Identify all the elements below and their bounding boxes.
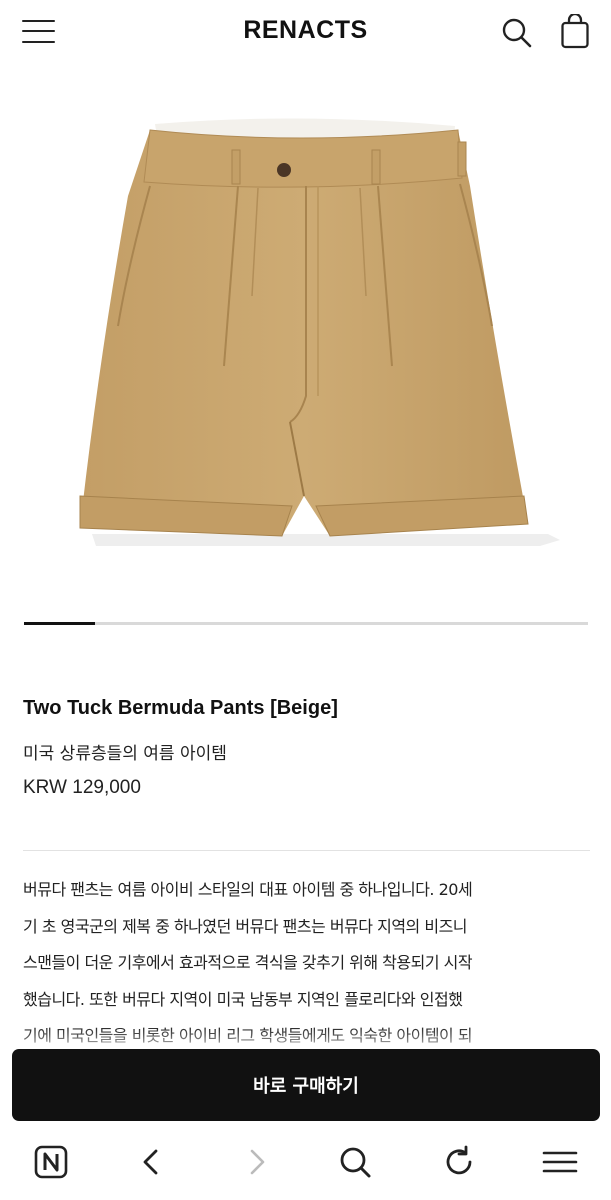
naver-n-icon[interactable] [27,1138,75,1186]
section-divider [23,850,590,851]
back-arrow-icon[interactable] [128,1138,176,1186]
description-line: 기 초 영국군의 제복 중 하나였던 버뮤다 팬츠는 버뮤다 지역의 비즈니 [23,916,468,936]
browser-toolbar [0,1125,611,1200]
shopping-bag-icon[interactable] [558,12,592,50]
forward-arrow-icon [232,1138,280,1186]
product-subtitle: 미국 상류층들의 여름 아이템 [23,744,227,764]
product-image[interactable] [0,66,611,612]
image-carousel-progress [24,622,588,625]
description-line: 했습니다. 또한 버뮤다 지역이 미국 남동부 지역인 플로리다와 인접했 [23,989,463,1009]
refresh-icon[interactable] [435,1138,483,1186]
buy-now-button[interactable]: 바로 구매하기 [12,1049,600,1121]
product-price: KRW 129,000 [23,777,141,798]
description-line: 스맨들이 더운 기후에서 효과적으로 격식을 갖추기 위해 착용되기 시작 [23,953,473,972]
product-title: Two Tuck Bermuda Pants [Beige] [23,697,338,719]
product-description: 버뮤다 팬츠는 여름 아이비 스타일의 대표 아이템 중 하나입니다. 20세 … [23,872,593,1050]
menu-icon[interactable] [536,1138,584,1186]
buy-now-label: 바로 구매하기 [253,1076,359,1097]
search-icon[interactable] [500,16,534,50]
carousel-active-indicator [24,622,95,625]
site-header: RENACTS [0,0,611,66]
description-line: 기에 미국인들을 비롯한 아이비 리그 학생들에게도 익숙한 아이템이 되 [23,1026,473,1045]
description-line: 버뮤다 팬츠는 여름 아이비 스타일의 대표 아이템 중 하나입니다. 20세 [23,880,473,899]
search-icon[interactable] [331,1138,379,1186]
